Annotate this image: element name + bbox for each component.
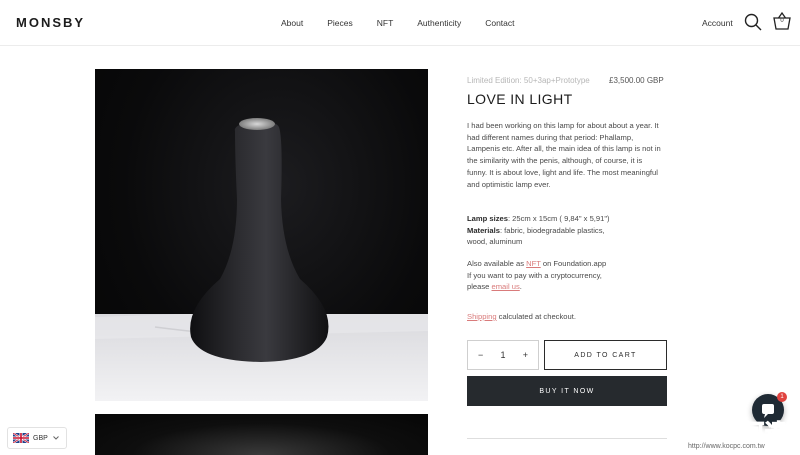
quantity-minus-button[interactable]: − [478, 350, 483, 360]
nav-pieces[interactable]: Pieces [327, 18, 353, 28]
period-text: . [519, 282, 522, 292]
shipping-link[interactable]: Shipping [467, 312, 497, 321]
nft-link[interactable]: NFT [526, 259, 541, 268]
buy-now-button[interactable]: BUY IT NOW [467, 376, 667, 406]
edition-text: Limited Edition: 50+3ap+Prototype [467, 76, 590, 85]
divider [467, 438, 667, 439]
email-link[interactable]: email us [492, 282, 520, 291]
shipping-text: calculated at checkout. [496, 312, 576, 321]
product-image-secondary[interactable] [95, 414, 428, 455]
quantity-stepper: − 1 + [467, 340, 539, 370]
nav-nft[interactable]: NFT [377, 18, 394, 28]
sizes-label: Lamp sizes [467, 214, 508, 223]
chevron-down-icon [52, 436, 59, 440]
quantity-plus-button[interactable]: + [523, 350, 528, 360]
account-link[interactable]: Account [702, 18, 733, 28]
quantity-value[interactable]: 1 [500, 350, 505, 360]
shipping-note: Shipping calculated at checkout. [467, 312, 576, 321]
crypto-line: If you want to pay with a cryptocurrency… [467, 270, 602, 280]
uk-flag-icon [13, 433, 29, 443]
chat-badge: 1 [777, 392, 787, 402]
main-nav: About Pieces NFT Authenticity Contact [281, 18, 539, 28]
materials-label: Materials [467, 225, 500, 235]
also-available: Also available as NFT on Foundation.app … [467, 258, 667, 293]
sizes-value: : 25cm x 15cm ( 9,84" x 5,91") [507, 214, 610, 223]
product-image[interactable] [95, 69, 428, 401]
nav-contact[interactable]: Contact [485, 18, 514, 28]
cart-count: 0 [780, 18, 784, 24]
lamp-photo [95, 118, 428, 401]
also-suffix: on Foundation.app [540, 259, 607, 268]
product-price: £3,500.00 GBP [609, 76, 664, 85]
also-prefix: Also available as [467, 259, 527, 268]
please-text: please [467, 282, 492, 292]
nav-authenticity[interactable]: Authenticity [417, 18, 461, 28]
product-description: I had been working on this lamp for abou… [467, 121, 661, 189]
currency-selector[interactable]: GBP [7, 427, 67, 449]
materials-value: : fabric, biodegradable plastics, [499, 225, 605, 235]
add-to-cart-button[interactable]: ADD TO CART [544, 340, 667, 370]
currency-code: GBP [33, 434, 48, 442]
site-logo[interactable]: MONSBY [16, 15, 85, 30]
search-icon[interactable] [744, 13, 762, 31]
nav-about[interactable]: About [281, 18, 303, 28]
site-header: MONSBY About Pieces NFT Authenticity Con… [0, 0, 800, 46]
materials-value-2: wood, aluminum [467, 237, 523, 247]
watermark-url: http://www.kocpc.com.tw [688, 443, 765, 450]
product-title: LOVE IN LIGHT [467, 91, 573, 107]
product-specs: Lamp sizes: 25cm x 15cm ( 9,84" x 5,91")… [467, 213, 663, 248]
